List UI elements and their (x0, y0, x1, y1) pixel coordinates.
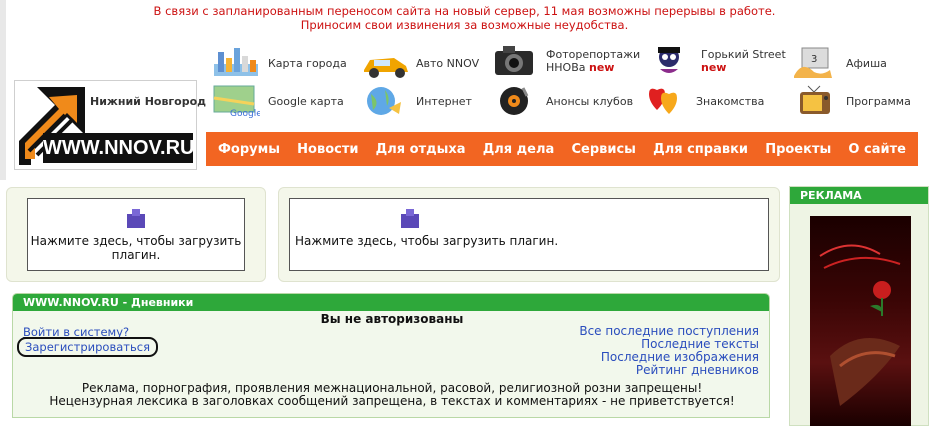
quick-link-gorky-street[interactable]: Горький Street new (645, 44, 786, 78)
nav-about[interactable]: О сайте (848, 142, 906, 157)
quick-link-auto[interactable]: Авто NNOV (360, 46, 479, 80)
ad-panel: РЕКЛАМА (789, 186, 929, 426)
svg-text:3: 3 (811, 54, 817, 65)
plugin-puzzle-icon (401, 209, 419, 228)
quick-link-internet[interactable]: Интернет (360, 84, 472, 118)
diary-title: WWW.NNOV.RU - Дневники (13, 294, 769, 311)
quick-link-club-announcements[interactable]: Анонсы клубов (490, 84, 633, 118)
notice-line-2: Приносим свои извинения за возможные неу… (300, 18, 629, 32)
diary-links: Все последние поступления Последние текс… (579, 325, 759, 377)
quick-link-afisha[interactable]: 3 Афиша (790, 46, 887, 80)
club-disc-icon (490, 84, 538, 118)
nav-services[interactable]: Сервисы (571, 142, 635, 157)
ad-header: РЕКЛАМА (790, 187, 928, 204)
site-logo[interactable]: WWW.NNOV.RU (14, 80, 197, 170)
quick-link-photoreports[interactable]: Фоторепортажи ННОВа new (490, 44, 640, 78)
quick-link-tv-program[interactable]: Программа (790, 84, 911, 118)
hearts-icon (640, 84, 688, 118)
diary-panel: WWW.NNOV.RU - Дневники Вы не авторизован… (12, 293, 770, 418)
car-icon (360, 46, 408, 80)
nav-forums[interactable]: Форумы (218, 142, 280, 157)
internet-icon (360, 84, 408, 118)
quick-link-city-map[interactable]: Карта города (212, 46, 347, 80)
nav-business[interactable]: Для дела (483, 142, 555, 157)
diary-rating-link[interactable]: Рейтинг дневников (579, 364, 759, 377)
site-domain: WWW.NNOV.RU (43, 133, 194, 163)
notice-line-1: В связи с запланированным переносом сайт… (153, 4, 776, 18)
tv-icon (790, 84, 838, 118)
city-map-icon (212, 46, 260, 80)
camera-icon (490, 44, 538, 78)
nav-projects[interactable]: Проекты (765, 142, 831, 157)
nav-reference[interactable]: Для справки (653, 142, 748, 157)
plugin-placeholder-right[interactable]: Нажмите здесь, чтобы загрузить плагин. (289, 198, 769, 271)
nav-news[interactable]: Новости (297, 142, 358, 157)
plugin-puzzle-icon (127, 209, 145, 228)
gorky-street-icon (645, 44, 693, 78)
google-map-icon: Google (212, 84, 260, 118)
city-name: Нижний Новгород (90, 95, 207, 108)
main-nav: Форумы Новости Для отдыха Для дела Серви… (206, 132, 918, 166)
diary-rules: Реклама, порнография, проявления межнаци… (49, 381, 735, 408)
afisha-icon: 3 (790, 46, 838, 80)
quick-link-google-map[interactable]: Google Google карта (212, 84, 344, 118)
ad-banner-art (819, 244, 901, 406)
maintenance-notice: В связи с запланированным переносом сайт… (0, 4, 929, 32)
ad-banner[interactable] (810, 216, 911, 426)
nav-leisure[interactable]: Для отдыха (376, 142, 466, 157)
plugin-panel-right: Нажмите здесь, чтобы загрузить плагин. (278, 187, 780, 282)
svg-text:Google: Google (230, 109, 260, 118)
plugin-placeholder-left[interactable]: Нажмите здесь, чтобы загрузить плагин. (27, 198, 245, 271)
quick-link-dating[interactable]: Знакомства (640, 84, 764, 118)
plugin-panel-left: Нажмите здесь, чтобы загрузить плагин. (6, 187, 266, 282)
register-link[interactable]: Зарегистрироваться (17, 337, 158, 357)
